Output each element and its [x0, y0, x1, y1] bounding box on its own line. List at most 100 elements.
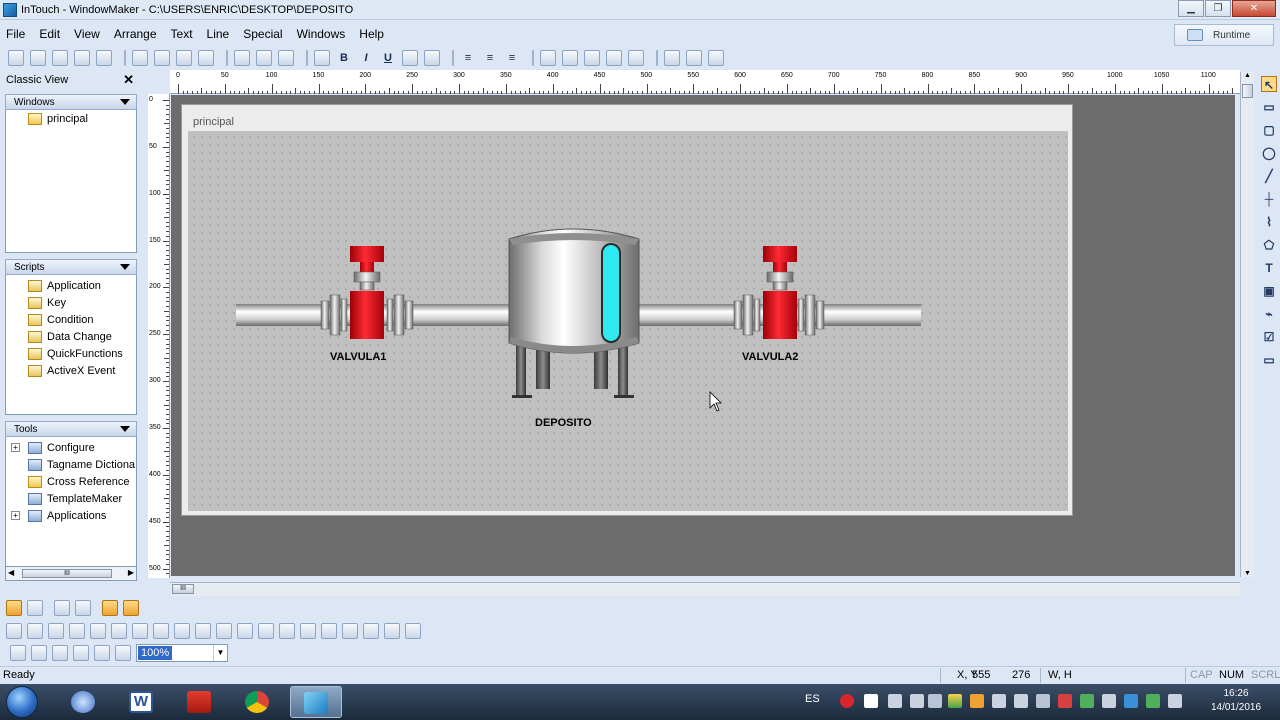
- font-icon[interactable]: [314, 50, 330, 66]
- align-middle-edge-icon[interactable]: [90, 623, 106, 639]
- send-to-back-icon[interactable]: [153, 623, 169, 639]
- window-principal[interactable]: principal VALVULA1 VALVULA2 DEPOSITO: [181, 104, 1073, 516]
- scroll-up-icon[interactable]: ▲: [1244, 72, 1251, 79]
- maximize-button[interactable]: ❐: [1205, 0, 1231, 17]
- add-point-icon[interactable]: [279, 623, 295, 639]
- full-screen-icon[interactable]: [54, 600, 70, 616]
- runtime-button[interactable]: Runtime: [1174, 24, 1274, 46]
- stop-icon[interactable]: [864, 694, 878, 708]
- classic-view-toggle-icon[interactable]: [6, 600, 22, 616]
- panel-scroll-thumb[interactable]: III: [22, 569, 112, 578]
- flip-vertical-icon[interactable]: [342, 623, 358, 639]
- align-bottom-edge-icon[interactable]: [111, 623, 127, 639]
- break-cell-icon[interactable]: [216, 623, 232, 639]
- taskbar-clock[interactable]: 16:26 14/01/2016: [1196, 687, 1276, 715]
- tray-icon[interactable]: [928, 694, 942, 708]
- text-color-icon[interactable]: [584, 50, 600, 66]
- scripts-section-header[interactable]: Scripts: [5, 259, 137, 275]
- open-window-icon[interactable]: [30, 50, 46, 66]
- tree-item-application[interactable]: Application: [6, 277, 136, 294]
- flip-horizontal-icon[interactable]: [321, 623, 337, 639]
- redo-icon[interactable]: [256, 50, 272, 66]
- align-center-icon[interactable]: ≡: [482, 50, 498, 66]
- tree-item-principal[interactable]: principal: [6, 110, 136, 127]
- rectangle-tool-icon[interactable]: ▭: [1261, 99, 1277, 115]
- recording-icon[interactable]: [840, 694, 854, 708]
- tools-section-header[interactable]: Tools: [5, 421, 137, 437]
- line-tool-icon[interactable]: ╱: [1261, 168, 1277, 184]
- valve-1[interactable]: [320, 246, 414, 339]
- font-larger-icon[interactable]: [402, 50, 418, 66]
- undo-icon[interactable]: [234, 50, 250, 66]
- underline-icon[interactable]: U: [380, 50, 396, 66]
- tray-icon[interactable]: [1058, 694, 1072, 708]
- ruler-toggle-icon[interactable]: [123, 600, 139, 616]
- start-button[interactable]: [6, 686, 38, 718]
- tree-item-templatemaker[interactable]: TemplateMaker: [6, 490, 136, 507]
- polyline-tool-icon[interactable]: ⌇: [1261, 214, 1277, 230]
- zoom-in-icon[interactable]: [31, 645, 47, 661]
- align-center-edge-icon[interactable]: [27, 623, 43, 639]
- tray-icon[interactable]: [1080, 694, 1094, 708]
- bring-to-front-icon[interactable]: [174, 623, 190, 639]
- rotate-clockwise-icon[interactable]: [363, 623, 379, 639]
- tree-item-applications[interactable]: + Applications: [6, 507, 136, 524]
- tree-item-cross-reference[interactable]: Cross Reference: [6, 473, 136, 490]
- italic-icon[interactable]: I: [358, 50, 374, 66]
- duplicate-icon[interactable]: [132, 50, 148, 66]
- scroll-left-icon[interactable]: ◀: [8, 568, 14, 577]
- tree-item-configure[interactable]: + Configure: [6, 439, 136, 456]
- make-cell-icon[interactable]: [195, 623, 211, 639]
- menu-file[interactable]: File: [6, 27, 25, 41]
- hv-line-tool-icon[interactable]: ┼: [1261, 191, 1277, 207]
- window-color-icon[interactable]: [606, 50, 622, 66]
- tank-deposito[interactable]: [508, 228, 640, 398]
- menu-windows[interactable]: Windows: [297, 27, 346, 41]
- reshape-icon[interactable]: [405, 623, 421, 639]
- menu-edit[interactable]: Edit: [39, 27, 60, 41]
- pan-hand-icon[interactable]: [115, 645, 131, 661]
- close-panel-icon[interactable]: ✕: [123, 72, 134, 88]
- menu-view[interactable]: View: [74, 27, 100, 41]
- zoom-fit-icon[interactable]: [52, 645, 68, 661]
- close-button[interactable]: ✕: [1232, 0, 1276, 17]
- workspace-horizontal-scrollbar[interactable]: III: [170, 582, 1240, 596]
- tray-icon[interactable]: [1014, 694, 1028, 708]
- align-left-edge-icon[interactable]: [6, 623, 22, 639]
- text-tool-icon[interactable]: T: [1261, 260, 1277, 276]
- bold-icon[interactable]: B: [336, 50, 352, 66]
- tray-icon[interactable]: [970, 694, 984, 708]
- network-tray-icon[interactable]: [1124, 694, 1138, 708]
- grid-toggle-icon[interactable]: [102, 600, 118, 616]
- select-tool-icon[interactable]: ↖: [1261, 76, 1277, 92]
- taskbar-itunes[interactable]: [58, 686, 110, 718]
- tree-item-data-change[interactable]: Data Change: [6, 328, 136, 345]
- collapse-caret-icon[interactable]: [120, 99, 130, 105]
- tray-icon[interactable]: [1102, 694, 1116, 708]
- symbol-icon[interactable]: [686, 50, 702, 66]
- save-icon[interactable]: [74, 50, 90, 66]
- fill-color-icon[interactable]: [562, 50, 578, 66]
- expand-icon[interactable]: +: [11, 511, 20, 520]
- align-centerpoint-icon[interactable]: [132, 623, 148, 639]
- menu-text[interactable]: Text: [171, 27, 193, 41]
- tray-icon[interactable]: [948, 694, 962, 708]
- taskbar-acrobat[interactable]: [174, 686, 226, 718]
- print-icon[interactable]: [278, 50, 294, 66]
- rounded-rectangle-tool-icon[interactable]: ▢: [1261, 122, 1277, 138]
- taskbar-word[interactable]: W: [116, 686, 168, 718]
- make-symbol-icon[interactable]: [237, 623, 253, 639]
- zoom-selection-icon[interactable]: [73, 645, 89, 661]
- save-all-icon[interactable]: [96, 50, 112, 66]
- window-control-tool-icon[interactable]: ▭: [1261, 352, 1277, 368]
- menu-arrange[interactable]: Arrange: [114, 27, 157, 41]
- trend-tool-icon[interactable]: ⌁: [1261, 306, 1277, 322]
- zoom-level-select[interactable]: 100% ▼: [136, 644, 228, 662]
- volume-icon[interactable]: [992, 694, 1006, 708]
- zoom-dropdown-icon[interactable]: ▼: [213, 645, 227, 661]
- copy-icon[interactable]: [176, 50, 192, 66]
- menu-help[interactable]: Help: [359, 27, 384, 41]
- valve-2[interactable]: [733, 246, 825, 339]
- font-smaller-icon[interactable]: [424, 50, 440, 66]
- menu-special[interactable]: Special: [243, 27, 282, 41]
